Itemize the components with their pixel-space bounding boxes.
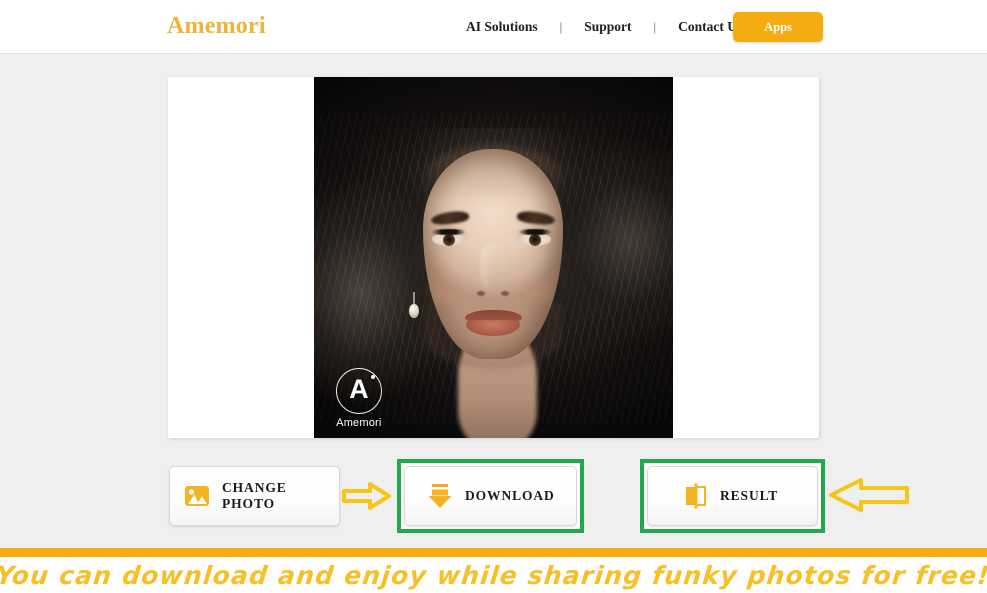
watermark-dot-icon — [370, 374, 375, 379]
app-page: Amemori AI Solutions | Support | Contact… — [0, 0, 987, 593]
main-navigation: AI Solutions | Support | Contact Us — [466, 19, 742, 35]
site-logo[interactable]: Amemori — [167, 13, 266, 40]
site-header: Amemori AI Solutions | Support | Contact… — [0, 0, 987, 54]
result-label: RESULT — [720, 488, 779, 503]
apps-button[interactable]: Apps — [733, 12, 823, 42]
change-photo-button[interactable]: CHANGE PHOTO — [169, 466, 340, 526]
watermark-logo-icon: A — [335, 367, 382, 414]
result-button[interactable]: RESULT — [647, 466, 818, 526]
arrow-left-icon — [829, 478, 909, 512]
footer-message: You can download and enjoy while sharing… — [0, 560, 987, 590]
watermark-label: Amemori — [336, 416, 382, 429]
nav-separator-1: | — [559, 19, 563, 34]
image-icon — [185, 486, 209, 506]
nav-item-ai-solutions[interactable]: AI Solutions — [466, 19, 538, 35]
watermark: A Amemori — [332, 367, 386, 429]
arrow-right-icon — [342, 482, 391, 510]
nav-item-support[interactable]: Support — [584, 19, 631, 35]
change-photo-label: CHANGE PHOTO — [222, 480, 287, 511]
watermark-letter: A — [349, 374, 369, 405]
result-photo[interactable]: A Amemori — [314, 77, 673, 438]
photo-card: A Amemori — [168, 77, 819, 438]
nav-separator-2: | — [653, 19, 657, 34]
footer-accent-bar — [0, 548, 987, 557]
flip-book-icon — [686, 483, 706, 509]
download-icon — [428, 484, 452, 508]
footer-banner: You can download and enjoy while sharing… — [0, 557, 987, 593]
download-button[interactable]: DOWNLOAD — [404, 466, 577, 526]
download-label: DOWNLOAD — [465, 488, 555, 503]
